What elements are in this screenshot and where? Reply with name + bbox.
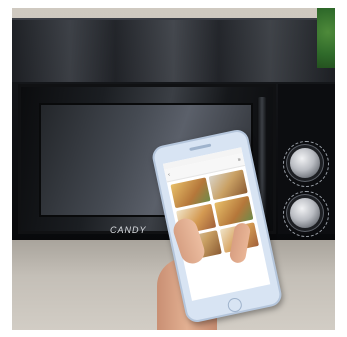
menu-icon: ≡ — [237, 156, 242, 164]
phone-speaker — [189, 143, 212, 152]
recipe-tile — [208, 169, 248, 201]
recipe-tile — [170, 177, 211, 209]
recipe-tile — [213, 195, 254, 227]
scene: CANDY ‹ ≡ — [0, 0, 347, 337]
home-button-icon — [226, 296, 244, 314]
photo: CANDY ‹ ≡ — [12, 8, 335, 330]
brand-logo: CANDY — [110, 225, 147, 235]
timer-knob — [290, 198, 320, 228]
plant — [317, 8, 335, 68]
back-arrow-icon: ‹ — [167, 171, 171, 178]
power-knob — [290, 148, 320, 178]
microwave-top-reflection — [12, 20, 335, 82]
